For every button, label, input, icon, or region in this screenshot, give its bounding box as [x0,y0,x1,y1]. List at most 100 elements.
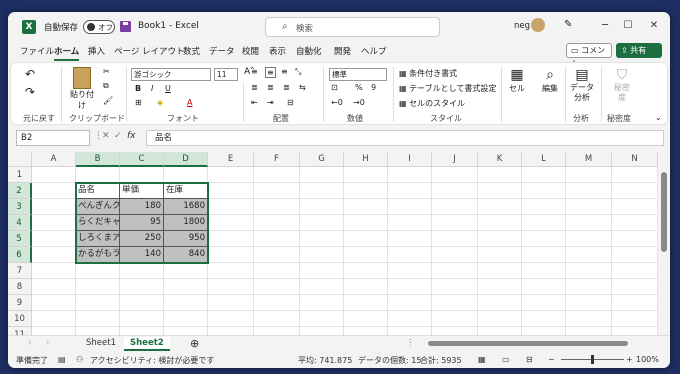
format-painter-icon[interactable]: 🖌 [103,96,113,105]
macro-icon[interactable]: ▤ [58,355,66,364]
column-header[interactable]: G [300,152,344,167]
row-header[interactable]: 8 [8,279,32,295]
worksheet-grid[interactable]: ABCDEFGHIJKLMN1234567891011品名単価在庫ぺんぎんクッキ… [8,152,670,343]
table-format-button[interactable]: ▦ テーブルとして書式設定 [399,83,496,94]
cut-icon[interactable]: ✂ [103,67,110,76]
font-size-select[interactable]: 11 [214,68,238,81]
row-header[interactable]: 7 [8,263,32,279]
autosave-toggle[interactable]: オフ [83,20,115,34]
sensitivity-button[interactable]: ⛉ 秘密度 [607,67,637,103]
sheet-tab-2[interactable]: Sheet2 [124,337,170,351]
cell-style-button[interactable]: ▦ セルのスタイル [399,98,465,109]
align-center-icon[interactable]: ≣ [267,83,274,92]
maximize-button[interactable]: ☐ [615,16,641,36]
column-header[interactable]: J [432,152,478,167]
tab-file[interactable]: ファイル [20,45,54,57]
row-header[interactable]: 2 [8,183,32,199]
comma-icon[interactable]: 9 [371,83,376,92]
merge-icon[interactable]: ⊟ [287,98,294,107]
zoom-out-icon[interactable]: − [548,355,555,364]
horizontal-scrollbar[interactable] [418,340,650,348]
share-button[interactable]: ⇪ 共有 [616,43,662,58]
row-header[interactable]: 6 [8,247,32,263]
font-name-select[interactable]: 游ゴシック [131,68,211,81]
column-header[interactable]: L [522,152,566,167]
indent-decrease-icon[interactable]: ⇤ [251,98,258,107]
pen-icon[interactable]: ✎ [564,19,572,30]
row-header[interactable]: 4 [8,215,32,231]
align-left-icon[interactable]: ≣ [251,83,258,92]
sheet-tab-1[interactable]: Sheet1 [80,337,122,351]
tab-developer[interactable]: 開発 [334,45,351,57]
select-all-corner[interactable] [8,152,32,167]
editing-button[interactable]: ⌕ 編集 [535,67,565,94]
zoom-slider-knob[interactable] [591,355,594,364]
number-format-select[interactable]: 標準 [329,68,387,81]
tab-view[interactable]: 表示 [269,45,286,57]
tab-formulas[interactable]: 数式 [183,45,200,57]
page-break-view-icon[interactable]: ⊟ [526,355,533,364]
tab-data[interactable]: データ [209,45,235,57]
close-button[interactable]: ✕ [641,16,667,36]
avatar[interactable] [531,18,545,32]
bold-icon[interactable]: B [135,84,141,93]
scroll-thumb[interactable] [428,341,628,346]
copy-icon[interactable]: ⧉ [103,81,109,91]
page-layout-view-icon[interactable]: ▭ [502,355,510,364]
vertical-scrollbar[interactable] [658,152,670,335]
confirm-icon[interactable]: ✓ [114,131,122,141]
align-right-icon[interactable]: ≣ [283,83,290,92]
tab-insert[interactable]: 挿入 [88,45,105,57]
undo-icon[interactable]: ↶ [25,67,35,81]
align-top-icon[interactable]: ≡ [251,67,258,76]
next-sheet-icon[interactable]: › [40,337,55,351]
indent-increase-icon[interactable]: ⇥ [267,98,274,107]
tab-review[interactable]: 校閲 [242,45,259,57]
comment-button[interactable]: ▭ コメント [566,43,612,68]
row-header[interactable]: 10 [8,311,32,327]
tab-automate[interactable]: 自動化 [296,45,322,57]
decimal-increase-icon[interactable]: ←0 [331,98,343,107]
normal-view-icon[interactable]: ▦ [478,355,486,364]
currency-icon[interactable]: ⊡ [331,83,338,92]
column-header[interactable]: M [566,152,612,167]
scroll-thumb[interactable] [661,172,667,252]
column-header[interactable]: H [344,152,388,167]
data-analysis-button[interactable]: ▤ データ分析 [567,67,597,103]
tab-help[interactable]: ヘルプ [361,45,387,57]
fill-color-icon[interactable]: ◈ [157,98,163,107]
align-middle-icon[interactable]: ≡ [265,67,276,78]
prev-sheet-icon[interactable]: ‹ [22,337,37,351]
decimal-decrease-icon[interactable]: →0 [353,98,365,107]
border-icon[interactable]: ⊞ [135,98,142,107]
paste-button[interactable]: 貼り付け [67,67,97,111]
cells-button[interactable]: ▦ セル [505,67,529,94]
save-icon[interactable] [120,21,131,32]
column-header[interactable]: D [164,152,208,167]
accessibility-status[interactable]: アクセシビリティ: 検討が必要です [90,355,214,366]
formula-input[interactable]: 品名 [146,130,664,146]
conditional-format-button[interactable]: ▦ 条件付き書式 [399,68,457,79]
column-header[interactable]: K [478,152,522,167]
percent-icon[interactable]: % [355,83,363,92]
name-box[interactable]: B2 [16,130,90,146]
italic-icon[interactable]: I [151,84,153,93]
column-header[interactable]: C [120,152,164,167]
zoom-in-icon[interactable]: + [626,355,633,364]
fx-icon[interactable]: fx [127,131,136,141]
align-bottom-icon[interactable]: ≡ [281,67,288,76]
column-header[interactable]: I [388,152,432,167]
row-header[interactable]: 5 [8,231,32,247]
row-header[interactable]: 3 [8,199,32,215]
column-header[interactable]: B [76,152,120,167]
redo-icon[interactable]: ↷ [25,85,35,99]
chevron-down-icon[interactable]: ⌄ [655,113,662,122]
column-header[interactable]: E [208,152,254,167]
search-box[interactable]: ⌕ 検索 [265,17,440,37]
underline-icon[interactable]: U [165,84,171,93]
row-header[interactable]: 9 [8,295,32,311]
column-header[interactable]: F [254,152,300,167]
orientation-icon[interactable]: ⤡ [295,67,301,77]
font-color-icon[interactable]: A [187,98,192,107]
column-header[interactable]: N [612,152,658,167]
